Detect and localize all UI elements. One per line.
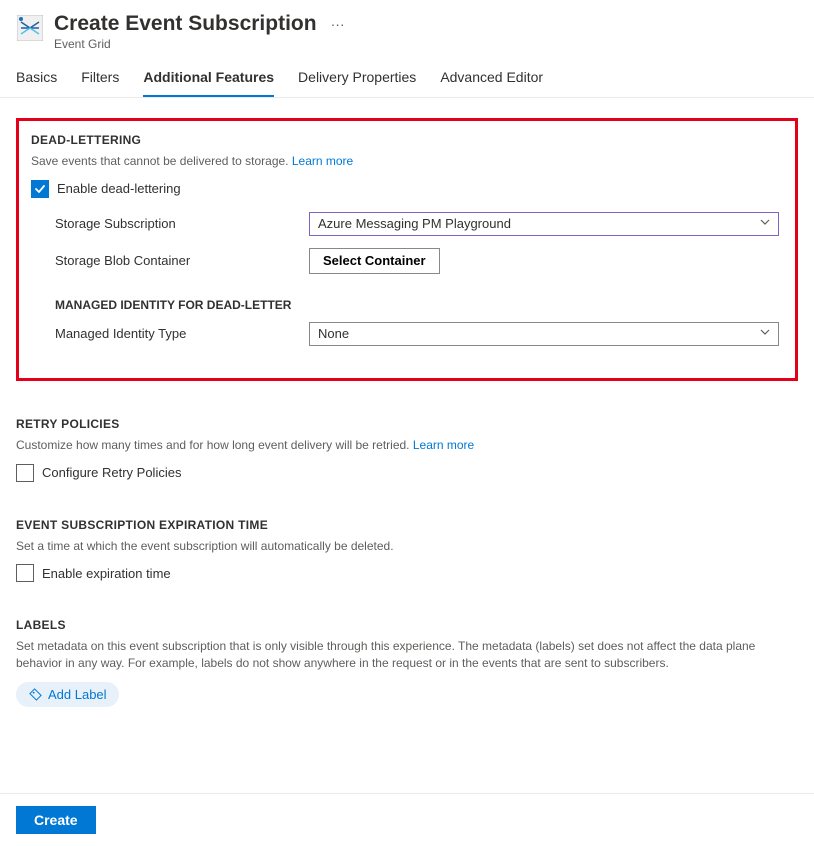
- retry-policies-heading: RETRY POLICIES: [16, 417, 798, 431]
- enable-dead-lettering-checkbox[interactable]: [31, 180, 49, 198]
- managed-identity-label: Managed Identity Type: [55, 326, 309, 341]
- page-subtitle: Event Grid: [54, 37, 345, 51]
- expiration-description: Set a time at which the event subscripti…: [16, 538, 798, 555]
- tab-basics[interactable]: Basics: [16, 65, 57, 97]
- tab-delivery-properties[interactable]: Delivery Properties: [298, 65, 416, 97]
- managed-identity-dropdown[interactable]: None: [309, 322, 779, 346]
- configure-retry-row: Configure Retry Policies: [16, 464, 798, 482]
- dead-lettering-learn-more-link[interactable]: Learn more: [292, 154, 353, 168]
- dead-lettering-heading: DEAD-LETTERING: [31, 133, 783, 147]
- storage-subscription-row: Storage Subscription Azure Messaging PM …: [31, 212, 783, 236]
- expiration-section: EVENT SUBSCRIPTION EXPIRATION TIME Set a…: [16, 518, 798, 583]
- tab-advanced-editor[interactable]: Advanced Editor: [440, 65, 543, 97]
- add-label-text: Add Label: [48, 687, 107, 702]
- event-grid-icon: [16, 14, 44, 42]
- tab-filters[interactable]: Filters: [81, 65, 119, 97]
- storage-subscription-dropdown[interactable]: Azure Messaging PM Playground: [309, 212, 779, 236]
- dead-lettering-description: Save events that cannot be delivered to …: [31, 153, 783, 170]
- select-container-button[interactable]: Select Container: [309, 248, 440, 274]
- configure-retry-label: Configure Retry Policies: [42, 465, 181, 480]
- retry-learn-more-link[interactable]: Learn more: [413, 438, 474, 452]
- storage-subscription-value: Azure Messaging PM Playground: [318, 216, 511, 231]
- managed-identity-row: Managed Identity Type None: [31, 322, 783, 346]
- page-header: Create Event Subscription ··· Event Grid: [0, 0, 814, 55]
- dead-lettering-desc-text: Save events that cannot be delivered to …: [31, 154, 292, 168]
- labels-section: LABELS Set metadata on this event subscr…: [16, 618, 798, 707]
- managed-identity-value: None: [318, 326, 349, 341]
- storage-subscription-label: Storage Subscription: [55, 216, 309, 231]
- content-area: DEAD-LETTERING Save events that cannot b…: [0, 98, 814, 823]
- tab-bar: Basics Filters Additional Features Deliv…: [0, 55, 814, 98]
- page-title: Create Event Subscription: [54, 12, 317, 36]
- dead-lettering-section: DEAD-LETTERING Save events that cannot b…: [16, 118, 798, 381]
- managed-identity-heading: MANAGED IDENTITY FOR DEAD-LETTER: [55, 298, 783, 312]
- footer-bar: Create: [0, 793, 814, 846]
- enable-dead-lettering-label: Enable dead-lettering: [57, 181, 181, 196]
- configure-retry-checkbox[interactable]: [16, 464, 34, 482]
- retry-desc-text: Customize how many times and for how lon…: [16, 438, 413, 452]
- create-button[interactable]: Create: [16, 806, 96, 834]
- retry-policies-section: RETRY POLICIES Customize how many times …: [16, 417, 798, 482]
- chevron-down-icon: [760, 327, 770, 340]
- storage-blob-label: Storage Blob Container: [55, 253, 309, 268]
- enable-expiration-label: Enable expiration time: [42, 566, 171, 581]
- labels-description: Set metadata on this event subscription …: [16, 638, 798, 672]
- expiration-heading: EVENT SUBSCRIPTION EXPIRATION TIME: [16, 518, 798, 532]
- more-icon[interactable]: ···: [331, 17, 345, 31]
- chevron-down-icon: [760, 217, 770, 230]
- enable-expiration-row: Enable expiration time: [16, 564, 798, 582]
- labels-heading: LABELS: [16, 618, 798, 632]
- tab-additional-features[interactable]: Additional Features: [143, 65, 274, 97]
- add-label-button[interactable]: Add Label: [16, 682, 119, 707]
- retry-policies-description: Customize how many times and for how lon…: [16, 437, 798, 454]
- enable-dead-lettering-row: Enable dead-lettering: [31, 180, 783, 198]
- storage-blob-row: Storage Blob Container Select Container: [31, 248, 783, 274]
- enable-expiration-checkbox[interactable]: [16, 564, 34, 582]
- tag-icon: [28, 687, 42, 701]
